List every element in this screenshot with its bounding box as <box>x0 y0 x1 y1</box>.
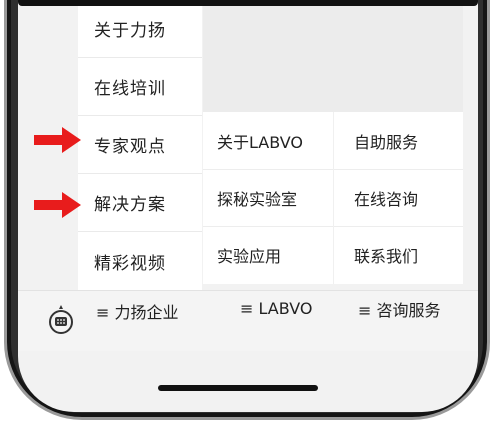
bottom-tab-bar: ≡ 力扬企业 ≡ LABVO ≡ 咨询服务 <box>18 290 478 351</box>
chat-bubble-icon[interactable] <box>46 303 76 337</box>
tab-liyang-enterprise[interactable]: ≡ 力扬企业 <box>96 299 179 323</box>
submenu-item-contact-us[interactable]: 联系我们 <box>333 226 463 284</box>
screen-top-edge <box>18 0 478 6</box>
submenu-item-label: 自助服务 <box>354 133 419 152</box>
menu-item-solutions[interactable]: 解决方案 <box>78 174 202 232</box>
menu-item-videos[interactable]: 精彩视频 <box>78 232 202 290</box>
home-indicator[interactable] <box>158 385 318 391</box>
menu-item-about-liyang[interactable]: 关于力扬 <box>78 0 202 58</box>
menu-item-label: 关于力扬 <box>94 21 166 41</box>
phone-screen: 关于力扬 在线培训 专家观点 解决方案 精彩视频 关于LABVO 自助服务 探秘… <box>18 0 478 412</box>
submenu-item-label: 实验应用 <box>217 247 282 266</box>
menu-item-label: 在线培训 <box>94 79 166 99</box>
tab-consulting-services[interactable]: ≡ 咨询服务 <box>358 297 441 321</box>
submenu-item-label: 在线咨询 <box>354 190 419 209</box>
menu-item-online-training[interactable]: 在线培训 <box>78 58 202 116</box>
menu-empty-area <box>203 0 463 112</box>
submenu-item-label: 探秘实验室 <box>217 190 298 209</box>
menu-item-label: 精彩视频 <box>94 253 166 274</box>
menu-item-label: 解决方案 <box>94 195 166 215</box>
red-arrow-icon <box>34 127 81 153</box>
submenu-item-explore-lab[interactable]: 探秘实验室 <box>203 169 333 227</box>
submenu-item-label: 联系我们 <box>354 247 419 266</box>
submenu-item-online-consult[interactable]: 在线咨询 <box>333 169 463 227</box>
secondary-menu: 关于LABVO 自助服务 探秘实验室 在线咨询 实验应用 联系我们 <box>203 112 463 284</box>
menu-item-expert-opinion[interactable]: 专家观点 <box>78 116 202 174</box>
red-arrow-icon <box>34 192 81 218</box>
submenu-item-label: 关于LABVO <box>217 133 303 152</box>
primary-menu: 关于力扬 在线培训 专家观点 解决方案 精彩视频 <box>78 0 202 290</box>
menu-item-label: 专家观点 <box>94 137 166 157</box>
submenu-item-lab-applications[interactable]: 实验应用 <box>203 226 333 284</box>
tab-labvo[interactable]: ≡ LABVO <box>240 299 312 318</box>
submenu-item-about-labvo[interactable]: 关于LABVO <box>203 112 333 170</box>
submenu-item-self-service[interactable]: 自助服务 <box>333 112 463 170</box>
